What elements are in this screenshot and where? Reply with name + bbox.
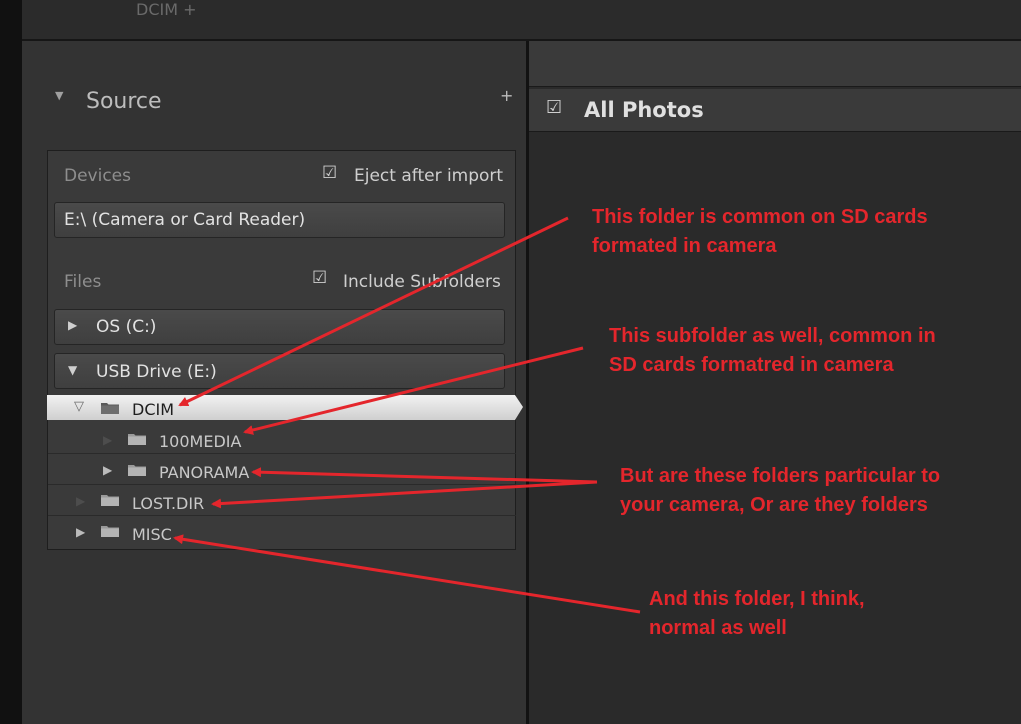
- arrow-to-100media: [243, 346, 584, 435]
- arrow-to-dcim: [178, 216, 569, 407]
- arrow-to-misc: [173, 534, 641, 614]
- annotation-arrows: [173, 216, 641, 614]
- arrow-to-panorama: [251, 467, 598, 484]
- arrow-to-lost-dir: [211, 480, 598, 509]
